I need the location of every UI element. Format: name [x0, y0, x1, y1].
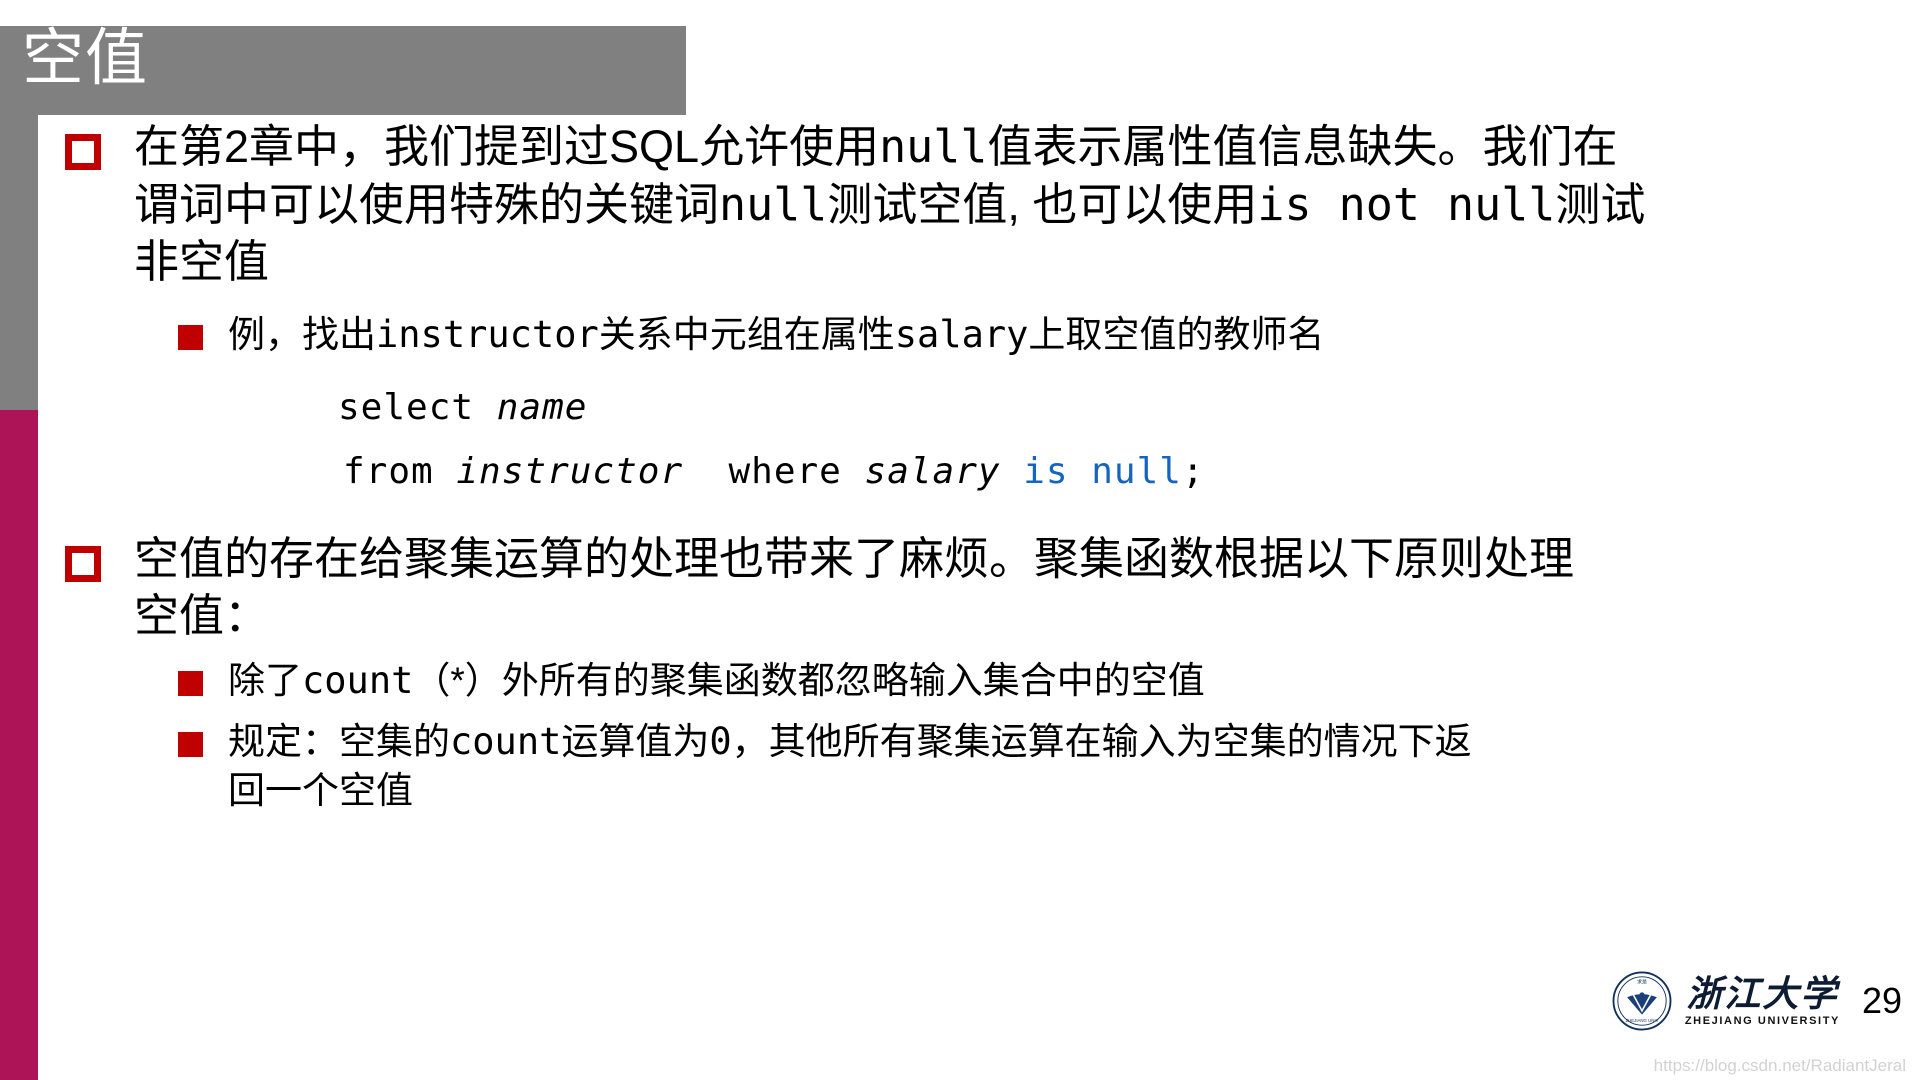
sql-identifier-instructor: instructor: [456, 450, 684, 492]
bullet1-line1: 在第2章中，我们提到过SQL允许使用null值表示属性值信息缺失。我们在: [134, 118, 1883, 176]
sql-keyword-where: where: [683, 450, 865, 492]
bullet-marker-filled-square-icon: [178, 670, 203, 696]
bullet2-line2: 空值：: [134, 590, 270, 642]
sql-statement-terminator: ;: [1181, 450, 1205, 492]
bullet1-line1-text: 在第2章中，我们提到过SQL允许使用: [134, 121, 880, 172]
sub2-function-count: count: [302, 658, 414, 702]
bullet-marker-filled-square-icon: [178, 324, 203, 350]
sql-code-line-1: select name: [38, 376, 1883, 440]
sub2-tail: （*）外所有的聚集函数都忽略输入集合中的空值: [413, 659, 1205, 701]
sub1-line: 例，找出instructor关系中元组在属性salary上取空值的教师名: [228, 311, 1883, 360]
sub3-mid: 运算值为: [561, 720, 710, 762]
sub1-pre: 例，找出: [228, 313, 376, 355]
source-watermark: https://blog.csdn.net/RadiantJeral: [1653, 1056, 1906, 1075]
bullet2-line1: 空值的存在给聚集运算的处理也带来了麻烦。聚集函数根据以下原则处理: [134, 532, 1575, 584]
footer: ZHEJIANG UNIV 求是 浙江大学 ZHEJIANG UNIVERSIT…: [1611, 970, 1902, 1032]
bullet-level1-null-intro: 在第2章中，我们提到过SQL允许使用null值表示属性值信息缺失。我们在 谓词中…: [38, 118, 1883, 291]
sub1-table-name: instructor: [376, 312, 599, 356]
sql-keyword-select: select: [338, 386, 497, 428]
svg-text:ZHEJIANG UNIV: ZHEJIANG UNIV: [1625, 1018, 1658, 1023]
sub2-line: 除了count（*）外所有的聚集函数都忽略输入集合中的空值: [228, 657, 1883, 706]
bullet1-line3: 非空值: [134, 236, 270, 288]
sub1-tail: 上取空值的教师名: [1028, 313, 1325, 355]
sub3-tail: ，其他所有聚集运算在输入为空集的情况下返: [731, 720, 1472, 762]
zhejiang-university-seal-icon: ZHEJIANG UNIV 求是: [1612, 971, 1672, 1031]
sub3-pre: 规定：空集的: [228, 720, 450, 762]
bullet1-line2-text: 谓词中可以使用特殊的关键词: [134, 178, 720, 230]
page-number: 29: [1861, 980, 1902, 1021]
university-name-cn: 浙江大学: [1686, 973, 1839, 1014]
bullet1-line1-keyword: null: [879, 120, 988, 173]
sql-keyword-is-null: is null: [1000, 450, 1182, 492]
page-title: 空值: [22, 24, 149, 93]
university-name-en: ZHEJIANG UNIVERSITY: [1684, 1014, 1840, 1027]
sql-keyword-from: from: [343, 450, 457, 492]
bullet-marker-hollow-square-icon: [65, 545, 101, 582]
bullet-level2-empty-set-rule: 规定：空集的count运算值为0，其他所有聚集运算在输入为空集的情况下返 回一个…: [38, 718, 1883, 816]
sub3-line2: 回一个空值: [228, 769, 413, 811]
sub2-pre: 除了: [228, 659, 302, 701]
bullet1-line1-tail: 值表示属性值信息缺失。我们在: [987, 121, 1618, 172]
bullet-level2-count-star: 除了count（*）外所有的聚集函数都忽略输入集合中的空值: [38, 657, 1883, 706]
slide-content: 在第2章中，我们提到过SQL允许使用null值表示属性值信息缺失。我们在 谓词中…: [38, 118, 1883, 817]
bullet-marker-filled-square-icon: [178, 731, 203, 757]
university-wordmark: 浙江大学 ZHEJIANG UNIVERSITY: [1685, 976, 1840, 1027]
bullet-level1-aggregate-null: 空值的存在给聚集运算的处理也带来了麻烦。聚集函数根据以下原则处理 空值：: [38, 530, 1883, 645]
sub1-attr-name: salary: [894, 312, 1029, 356]
bullet-marker-hollow-square-icon: [65, 134, 101, 170]
sql-identifier-salary: salary: [864, 450, 1001, 492]
sql-identifier-name: name: [496, 386, 588, 428]
bullet1-line2-mid: 测试空值, 也可以使用: [827, 178, 1258, 230]
sql-code-line-2: from instructor where salary is null;: [38, 440, 1883, 504]
bullet1-line2-keyword: null: [719, 177, 828, 231]
bullet1-line2-keyword2: is not null: [1257, 177, 1556, 231]
slide-canvas: 空值 在第2章中，我们提到过SQL允许使用null值表示属性值信息缺失。我们在 …: [0, 0, 1920, 1080]
bullet1-line2: 谓词中可以使用特殊的关键词null测试空值, 也可以使用is not null测…: [134, 176, 1883, 234]
bullet1-line2-tail: 测试: [1555, 178, 1646, 230]
bullet-level2-example: 例，找出instructor关系中元组在属性salary上取空值的教师名: [38, 311, 1883, 360]
sidebar-accent-crimson: [0, 410, 38, 1080]
sub3-line1: 规定：空集的count运算值为0，其他所有聚集运算在输入为空集的情况下返: [228, 718, 1883, 767]
sub3-value-zero: 0: [709, 719, 732, 763]
sub1-mid: 关系中元组在属性: [598, 313, 895, 355]
sub3-function-count: count: [450, 719, 562, 763]
university-logo: ZHEJIANG UNIV 求是 浙江大学 ZHEJIANG UNIVERSIT…: [1611, 970, 1840, 1032]
